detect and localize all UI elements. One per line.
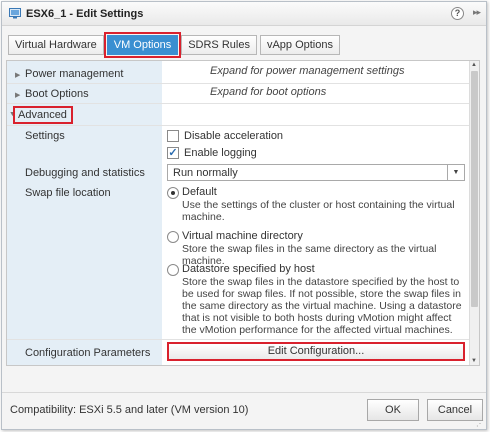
settings-label: Settings [25,130,65,142]
chevron-down-icon[interactable]: ▼ [447,165,464,180]
enable-logging-label[interactable]: Enable logging [184,147,257,159]
boot-options-hint: Expand for boot options [210,86,327,98]
title-bar: ESX6_1 - Edit Settings ? ▸▸ [2,2,486,26]
resize-grip-icon[interactable]: ⋰ [476,419,484,428]
debugging-select[interactable]: Run normally ▼ [167,164,465,181]
tab-virtual-hardware[interactable]: Virtual Hardware [8,35,104,55]
vertical-scrollbar[interactable]: ▲ ▼ [469,61,479,365]
cancel-button[interactable]: Cancel [427,399,483,421]
footer-divider [2,392,486,393]
edit-settings-dialog: ESX6_1 - Edit Settings ? ▸▸ Virtual Hard… [1,1,487,430]
expand-icon[interactable]: ▸▸ [473,7,481,18]
section-advanced[interactable]: Advanced [13,106,73,124]
swap-default-description: Use the settings of the cluster or host … [182,199,455,223]
row-divider [7,83,469,84]
radio-selected-dot [171,191,175,195]
swap-vm-directory-label[interactable]: Virtual machine directory [182,230,303,242]
power-management-hint: Expand for power management settings [210,65,405,77]
expand-triangle-icon[interactable]: ▶ [15,71,20,79]
edit-configuration-button[interactable]: Edit Configuration... [167,342,465,361]
tab-vm-options[interactable]: VM Options [103,32,182,58]
swap-file-location-label: Swap file location [25,187,111,199]
debugging-select-value: Run normally [173,167,238,179]
disable-acceleration-checkbox[interactable] [167,130,179,142]
tab-sdrs-rules[interactable]: SDRS Rules [181,35,257,55]
help-icon[interactable]: ? [451,7,464,20]
vm-options-panel: ▶ Power management Expand for power mana… [6,60,480,366]
swap-datastore-host-radio[interactable] [167,264,179,276]
swap-datastore-host-description: Store the swap files in the datastore sp… [182,276,462,336]
row-divider [7,103,469,104]
debugging-label: Debugging and statistics [25,167,145,179]
expand-triangle-icon[interactable]: ▶ [15,91,20,99]
window-title: ESX6_1 - Edit Settings [26,8,144,20]
tab-bar: Virtual Hardware VM Options SDRS Rules v… [8,32,340,58]
swap-vm-directory-radio[interactable] [167,231,179,243]
swap-datastore-host-label[interactable]: Datastore specified by host [182,263,315,275]
configuration-parameters-label: Configuration Parameters [25,347,151,359]
ok-button[interactable]: OK [367,399,419,421]
section-boot-options[interactable]: Boot Options [25,88,89,100]
vm-icon [9,8,21,19]
section-power-management[interactable]: Power management [25,68,123,80]
compatibility-text: Compatibility: ESXi 5.5 and later (VM ve… [10,404,249,416]
enable-logging-checkbox[interactable]: ✓ [167,147,179,159]
tab-vapp-options[interactable]: vApp Options [259,35,340,55]
row-divider [7,125,469,126]
scroll-up-icon[interactable]: ▲ [471,62,477,68]
section-advanced-label: Advanced [18,109,67,121]
row-divider [7,339,469,340]
swap-default-radio[interactable] [167,187,179,199]
swap-default-label[interactable]: Default [182,186,217,198]
scroll-thumb[interactable] [471,71,478,307]
scroll-down-icon[interactable]: ▼ [471,358,477,364]
disable-acceleration-label[interactable]: Disable acceleration [184,130,283,142]
